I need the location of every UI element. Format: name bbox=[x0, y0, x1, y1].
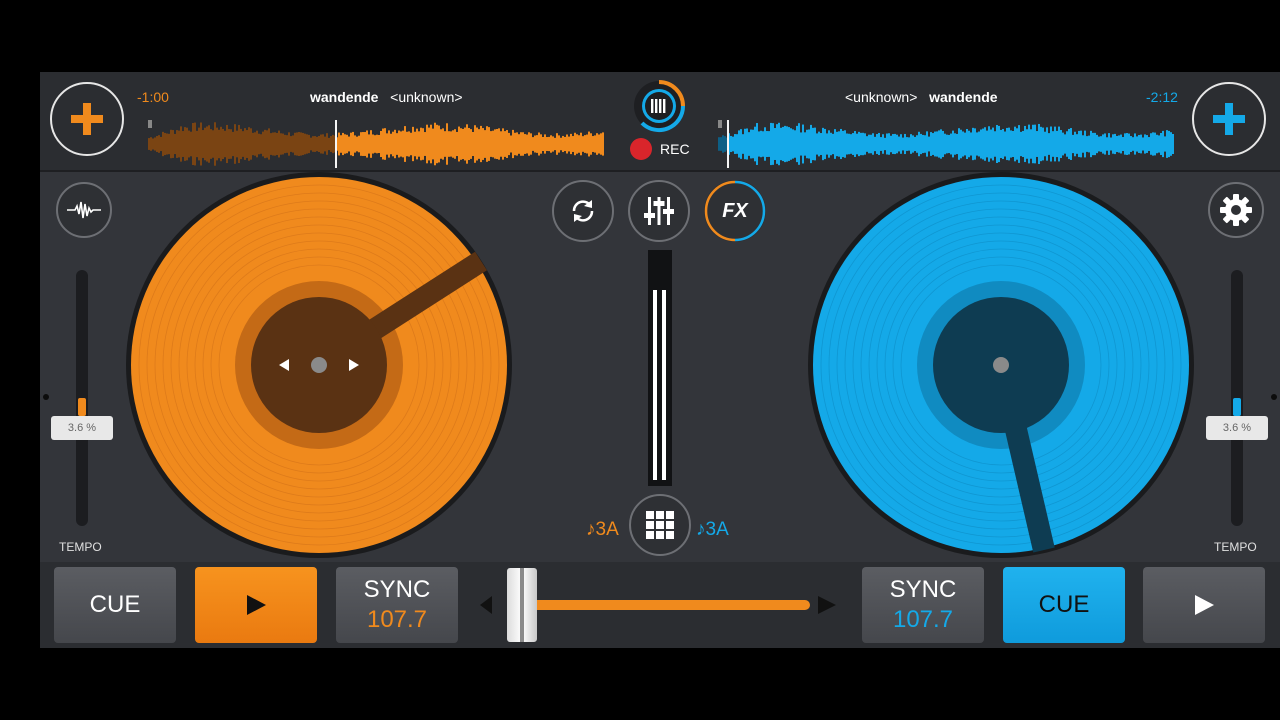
fx-button[interactable]: FX bbox=[704, 180, 766, 242]
right-tempo-handle[interactable]: 3.6 % bbox=[1206, 416, 1268, 440]
fx-label: FX bbox=[722, 199, 748, 222]
right-sync-label: SYNC bbox=[889, 576, 957, 603]
left-key: ♪3A bbox=[586, 519, 619, 540]
recorder-button[interactable] bbox=[632, 79, 686, 133]
sampler-button[interactable] bbox=[629, 494, 691, 556]
left-tempo-fill bbox=[78, 398, 86, 416]
left-track-artist: <unknown> bbox=[390, 89, 463, 105]
right-tempo-fill bbox=[1233, 398, 1241, 416]
crossfader[interactable] bbox=[480, 562, 840, 648]
rec-button[interactable]: REC bbox=[630, 138, 690, 160]
crossfader-right-arrow-icon bbox=[818, 596, 836, 614]
right-tempo-label: TEMPO bbox=[1214, 540, 1257, 554]
loop-icon bbox=[572, 200, 594, 222]
crossfader-handle-line bbox=[520, 568, 524, 642]
add-track-icon bbox=[1213, 103, 1245, 135]
dj-app: -1:00 wandende <unknown> REC <unknown> w… bbox=[40, 72, 1280, 648]
right-playhead bbox=[727, 120, 729, 168]
left-time-remaining: -1:00 bbox=[137, 89, 169, 105]
left-sync-button[interactable]: SYNC 107.7 bbox=[336, 567, 458, 643]
left-sync-label: SYNC bbox=[363, 576, 431, 603]
right-bpm: 107.7 bbox=[892, 606, 954, 633]
sampler-grid-icon bbox=[646, 511, 674, 539]
add-track-right-button[interactable] bbox=[1192, 82, 1266, 156]
add-track-left-button[interactable] bbox=[50, 82, 124, 156]
right-key: ♪3A bbox=[696, 519, 729, 540]
add-track-icon bbox=[71, 103, 103, 135]
right-track-title: wandende bbox=[929, 89, 998, 105]
left-cue-button[interactable]: CUE bbox=[54, 567, 176, 643]
left-bpm: 107.7 bbox=[366, 606, 428, 633]
settings-button[interactable] bbox=[1208, 182, 1264, 238]
mixer-icon bbox=[644, 197, 674, 225]
record-icon bbox=[630, 138, 652, 160]
left-playhead bbox=[335, 120, 337, 168]
rec-label: REC bbox=[660, 141, 690, 157]
recorder-icon bbox=[634, 80, 686, 133]
settings-icon bbox=[1220, 194, 1252, 226]
right-time-remaining: -2:12 bbox=[1146, 89, 1178, 105]
right-cue-button[interactable]: CUE bbox=[1003, 567, 1125, 643]
right-waveform[interactable] bbox=[718, 120, 1174, 168]
left-track-info: wandende <unknown> bbox=[310, 89, 463, 105]
left-track-title: wandende bbox=[310, 89, 379, 105]
right-edge-dot bbox=[1271, 394, 1277, 400]
right-turntable[interactable] bbox=[806, 172, 1196, 562]
right-track-artist: <unknown> bbox=[845, 89, 918, 105]
mixer-button[interactable] bbox=[628, 180, 690, 242]
waveform-icon bbox=[67, 201, 101, 219]
left-tempo-label: TEMPO bbox=[59, 540, 102, 554]
crossfader-left-arrow-icon bbox=[480, 596, 492, 614]
right-track-info: <unknown> wandende bbox=[845, 89, 998, 105]
level-meter bbox=[648, 250, 672, 486]
play-icon bbox=[247, 595, 266, 615]
waveform-view-button[interactable] bbox=[56, 182, 112, 238]
crossfader-track bbox=[508, 600, 810, 610]
left-cue-label: CUE bbox=[89, 591, 141, 618]
right-play-button[interactable] bbox=[1143, 567, 1265, 643]
crossfader-handle[interactable] bbox=[507, 568, 537, 642]
top-bar: -1:00 wandende <unknown> REC <unknown> w… bbox=[40, 72, 1280, 172]
level-meter-right bbox=[662, 290, 666, 480]
bottom-bar: CUE SYNC 107.7 SYNC 107.7 CUE bbox=[40, 562, 1280, 648]
play-icon bbox=[1195, 595, 1214, 615]
right-sync-button[interactable]: SYNC 107.7 bbox=[862, 567, 984, 643]
left-waveform[interactable] bbox=[148, 120, 604, 168]
left-turntable[interactable] bbox=[124, 172, 514, 562]
left-play-button[interactable] bbox=[195, 567, 317, 643]
level-meter-left bbox=[653, 290, 657, 480]
loop-button[interactable] bbox=[552, 180, 614, 242]
right-cue-label: CUE bbox=[1038, 591, 1090, 618]
left-tempo-handle[interactable]: 3.6 % bbox=[51, 416, 113, 440]
left-edge-dot bbox=[43, 394, 49, 400]
